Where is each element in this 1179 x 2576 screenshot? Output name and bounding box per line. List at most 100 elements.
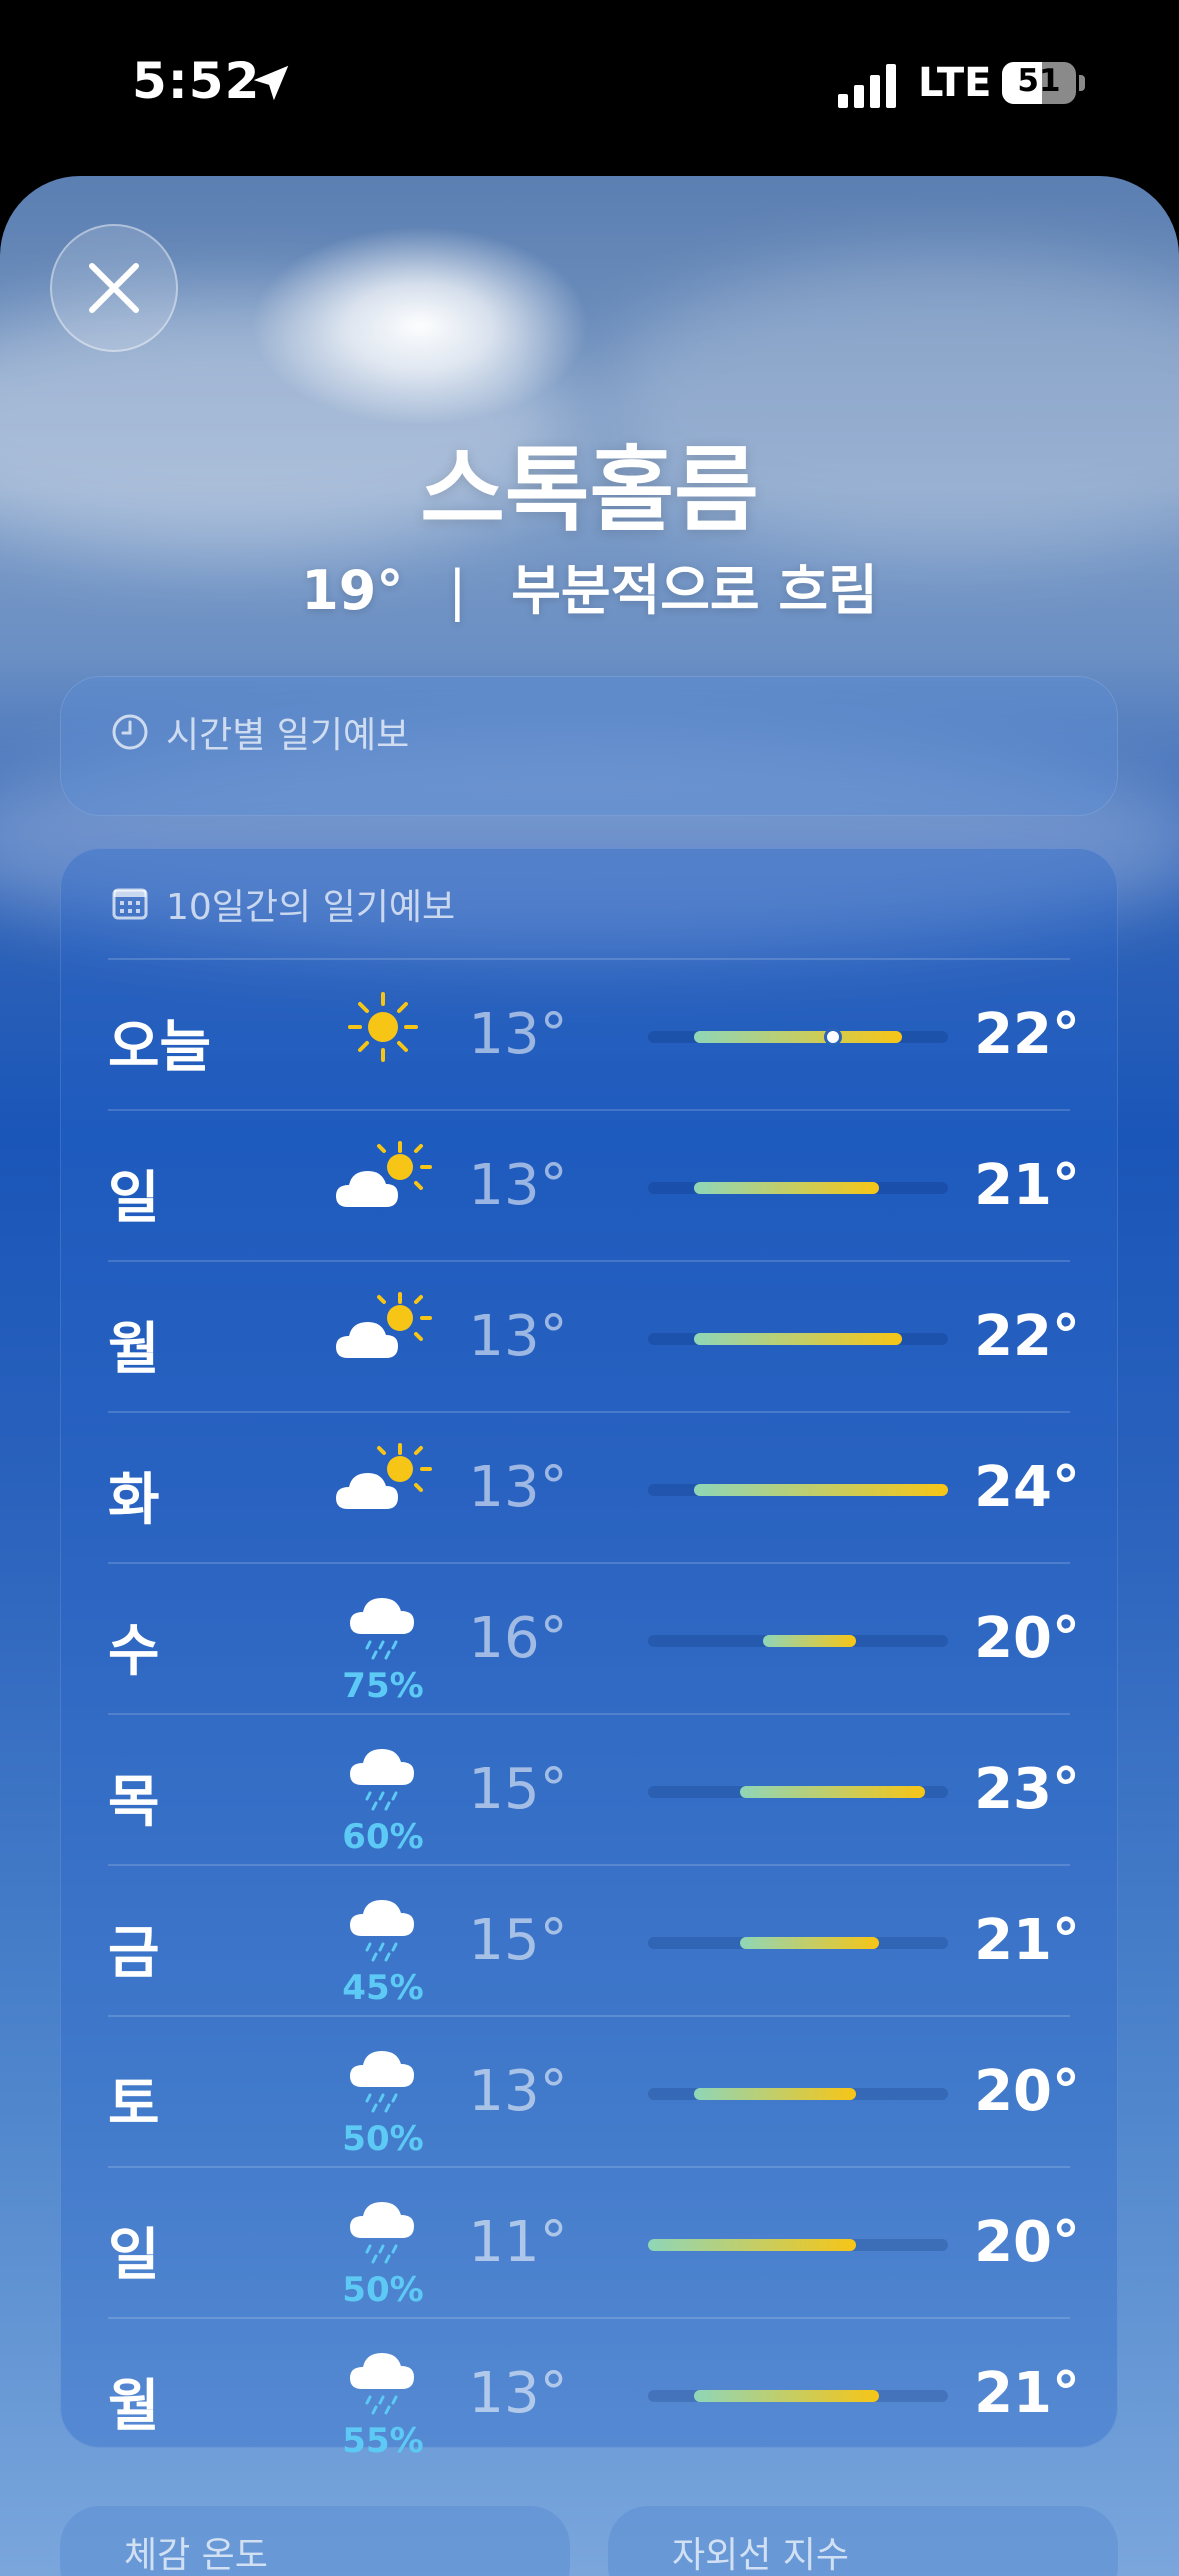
rain-icon: 50% [318, 2168, 448, 2319]
precip-chance: 45% [342, 1968, 424, 2008]
high-temp: 22° [974, 1002, 1080, 1067]
sun-glow [250, 226, 590, 426]
temp-range-track [648, 1028, 948, 1046]
low-temp: 11° [468, 2210, 568, 2275]
precip-chance: 60% [342, 1817, 424, 1857]
city-name: 스톡홀름 [420, 437, 759, 544]
temp-range-bar [694, 2088, 856, 2100]
forecast-row[interactable]: 월 13° 22° [108, 1260, 1080, 1413]
high-temp: 20° [974, 1606, 1080, 1671]
temp-range-track [648, 2390, 948, 2402]
low-temp: 13° [468, 2361, 568, 2426]
sun-icon [318, 960, 448, 1111]
feels-like-card[interactable]: 체감 온도 [60, 2506, 570, 2576]
temp-range-bar [694, 1031, 902, 1043]
forecast-day: 오늘 [108, 1015, 212, 1080]
low-temp: 13° [468, 1455, 568, 1520]
temp-range-bar [740, 1786, 925, 1798]
low-temp: 15° [468, 1757, 568, 1822]
high-temp: 21° [974, 1908, 1080, 1973]
low-temp: 13° [468, 1304, 568, 1369]
precip-chance: 75% [342, 1666, 424, 1706]
low-temp: 13° [468, 1002, 568, 1067]
temp-range-bar [694, 2390, 879, 2402]
high-temp: 20° [974, 2059, 1080, 2124]
cellular-signal-icon [838, 64, 896, 108]
precip-chance: 50% [342, 2270, 424, 2310]
forecast-day: 목 [108, 1770, 160, 1835]
feels-like-title: 체감 온도 [124, 2535, 268, 2576]
high-temp: 22° [974, 1304, 1080, 1369]
partly-cloudy-icon [318, 1262, 448, 1413]
rain-icon: 60% [318, 1715, 448, 1866]
battery-percent: 51 [1017, 63, 1061, 99]
high-temp: 20° [974, 2210, 1080, 2275]
location-arrow-icon [253, 65, 289, 101]
high-temp: 24° [974, 1455, 1080, 1520]
temp-range-track [648, 1484, 948, 1496]
forecast-day: 월 [108, 2374, 160, 2439]
forecast-row[interactable]: 수 75% 16° 20° [108, 1562, 1080, 1715]
clock-icon [112, 714, 148, 750]
forecast-row[interactable]: 월 55% 13° 21° [108, 2317, 1080, 2470]
low-temp: 15° [468, 1908, 568, 1973]
temp-range-track [648, 1333, 948, 1345]
forecast-day: 일 [108, 2223, 160, 2288]
temp-range-bar [694, 1333, 902, 1345]
current-temperature: 19° [301, 559, 404, 622]
forecast-row[interactable]: 일 13° 21° [108, 1109, 1080, 1262]
temp-range-bar [648, 2239, 856, 2251]
rain-icon: 75% [318, 1564, 448, 1715]
daily-forecast-title: 10일간의 일기예보 [166, 887, 456, 928]
temp-range-bar [694, 1484, 948, 1496]
high-temp: 21° [974, 2361, 1080, 2426]
forecast-row[interactable]: 화 13° 24° [108, 1411, 1080, 1564]
daily-forecast-header: 10일간의 일기예보 [110, 878, 455, 930]
daily-forecast-card[interactable]: 10일간의 일기예보 오늘 13° 22° 일 13° 21° 월 13° 22° 화 13° 24°… [60, 848, 1118, 2461]
temp-range-track [648, 2088, 948, 2100]
rain-icon: 50% [318, 2017, 448, 2168]
close-icon [89, 263, 139, 313]
status-bar: 5:52 LTE 51 [0, 0, 1179, 170]
precip-chance: 50% [342, 2119, 424, 2159]
forecast-row[interactable]: 목 60% 15° 23° [108, 1713, 1080, 1866]
uv-index-card[interactable]: 자외선 지수 [608, 2506, 1118, 2576]
temp-range-bar [763, 1635, 856, 1647]
partly-cloudy-icon [318, 1413, 448, 1564]
temp-range-bar [694, 1182, 879, 1194]
temp-range-track [648, 1182, 948, 1194]
temp-range-track [648, 1786, 948, 1798]
status-time: 5:52 [132, 52, 261, 110]
current-summary: 19° | 부분적으로 흐림 [0, 546, 1179, 625]
temp-range-track [648, 1937, 948, 1949]
hourly-forecast-card[interactable]: 시간별 일기예보 [60, 676, 1118, 816]
temp-range-track [648, 2239, 948, 2251]
weather-sheet: 스톡홀름 19° | 부분적으로 흐림 시간별 일기예보 10일간의 일기예보 … [0, 176, 1179, 2576]
temp-range-bar [740, 1937, 879, 1949]
precip-chance: 55% [342, 2421, 424, 2461]
forecast-day: 토 [108, 2072, 160, 2137]
forecast-row[interactable]: 토 50% 13° 20° [108, 2015, 1080, 2168]
hourly-forecast-header: 시간별 일기예보 [110, 706, 409, 758]
low-temp: 13° [468, 1153, 568, 1218]
battery-icon: 51 [1002, 62, 1086, 106]
rain-icon: 55% [318, 2319, 448, 2470]
calendar-icon [112, 888, 148, 920]
rain-icon: 45% [318, 1866, 448, 2017]
forecast-day: 일 [108, 1166, 160, 1231]
forecast-row[interactable]: 일 50% 11° 20° [108, 2166, 1080, 2319]
summary-separator: | [448, 559, 467, 622]
network-type: LTE [918, 60, 992, 106]
forecast-row[interactable]: 오늘 13° 22° [108, 958, 1080, 1111]
close-button[interactable] [50, 224, 178, 352]
temp-range-track [648, 1635, 948, 1647]
forecast-row[interactable]: 금 45% 15° 21° [108, 1864, 1080, 2017]
partly-cloudy-icon [318, 1111, 448, 1262]
current-temp-dot [823, 1028, 842, 1046]
high-temp: 21° [974, 1153, 1080, 1218]
high-temp: 23° [974, 1757, 1080, 1822]
uv-index-title: 자외선 지수 [672, 2535, 850, 2576]
hourly-forecast-title: 시간별 일기예보 [166, 715, 410, 756]
forecast-day: 금 [108, 1921, 160, 1986]
forecast-day: 화 [108, 1468, 160, 1533]
